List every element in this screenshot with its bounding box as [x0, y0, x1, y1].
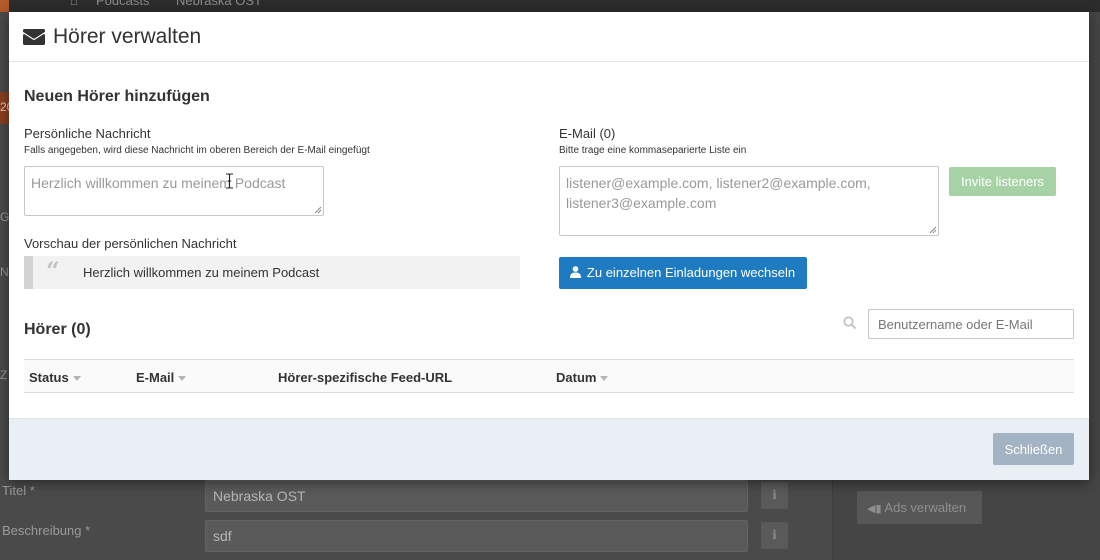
- email-list-textarea[interactable]: [559, 166, 939, 236]
- listener-search-input[interactable]: [868, 309, 1074, 339]
- column-email-label: E-Mail: [136, 370, 175, 385]
- resize-grip-icon[interactable]: [929, 226, 937, 234]
- description-field[interactable]: sdf: [205, 520, 748, 552]
- app-logo: [0, 0, 9, 12]
- home-icon[interactable]: ⌂: [70, 0, 78, 8]
- listeners-table-header: Status E-Mail Hörer-spezifische Feed-URL…: [24, 359, 1074, 393]
- sort-caret-icon: [600, 376, 609, 382]
- email-help: Bitte trage eine kommaseparierte Liste e…: [559, 145, 747, 156]
- quote-icon: “: [46, 256, 60, 285]
- user-icon: [570, 266, 581, 278]
- switch-to-single-invites-button[interactable]: Zu einzelnen Einladungen wechseln: [559, 257, 807, 289]
- envelope-icon: [23, 29, 45, 45]
- column-feed-url-label: Hörer-spezifische Feed-URL: [278, 370, 453, 385]
- personal-message-textarea[interactable]: [24, 166, 324, 216]
- personal-message-label: Persönliche Nachricht: [24, 126, 151, 141]
- description-field-label: Beschreibung *: [2, 523, 91, 538]
- personal-message-help: Falls angegeben, wird diese Nachricht im…: [24, 145, 370, 156]
- ads-manage-button[interactable]: ◀▮ Ads verwalten: [857, 491, 982, 524]
- switch-button-label: Zu einzelnen Einladungen wechseln: [586, 265, 796, 280]
- title-field[interactable]: Nebraska OST: [205, 480, 748, 512]
- megaphone-icon: ◀▮: [867, 503, 882, 515]
- modal-header: Hörer verwalten: [9, 12, 1089, 62]
- sort-caret-icon: [72, 376, 81, 382]
- listeners-count-title: Hörer (0): [24, 321, 91, 338]
- background-topbar: [0, 0, 1100, 12]
- preview-text: Herzlich willkommen zu meinem Podcast: [83, 265, 320, 280]
- close-button[interactable]: Schließen: [993, 433, 1074, 465]
- column-date[interactable]: Datum: [556, 370, 609, 385]
- ads-manage-label: Ads verwalten: [884, 500, 967, 515]
- email-label: E-Mail (0): [559, 126, 616, 141]
- title-field-label: Titel *: [2, 483, 35, 498]
- breadcrumb-podcasts[interactable]: Podcasts: [96, 0, 149, 8]
- column-date-label: Datum: [556, 370, 597, 385]
- column-email[interactable]: E-Mail: [136, 370, 187, 385]
- add-listener-title: Neuen Hörer hinzufügen: [24, 88, 210, 105]
- text-cursor-icon: [226, 173, 233, 189]
- manage-listeners-modal: Hörer verwalten Neuen Hörer hinzufügen P…: [9, 12, 1089, 480]
- column-status[interactable]: Status: [29, 370, 81, 385]
- sort-caret-icon: [178, 376, 187, 382]
- modal-title: Hörer verwalten: [53, 25, 202, 48]
- info-icon[interactable]: i: [761, 482, 788, 509]
- column-feed-url: Hörer-spezifische Feed-URL: [278, 370, 452, 385]
- search-icon: [843, 316, 857, 330]
- message-preview: “ Herzlich willkommen zu meinem Podcast: [24, 256, 520, 289]
- modal-footer: [9, 418, 1089, 480]
- resize-grip-icon[interactable]: [314, 206, 322, 214]
- info-icon[interactable]: i: [761, 522, 788, 549]
- breadcrumb-current: Nebraska OST: [176, 0, 262, 8]
- column-status-label: Status: [29, 370, 69, 385]
- invite-listeners-button[interactable]: Invite listeners: [949, 167, 1056, 196]
- preview-label: Vorschau der persönlichen Nachricht: [24, 236, 237, 251]
